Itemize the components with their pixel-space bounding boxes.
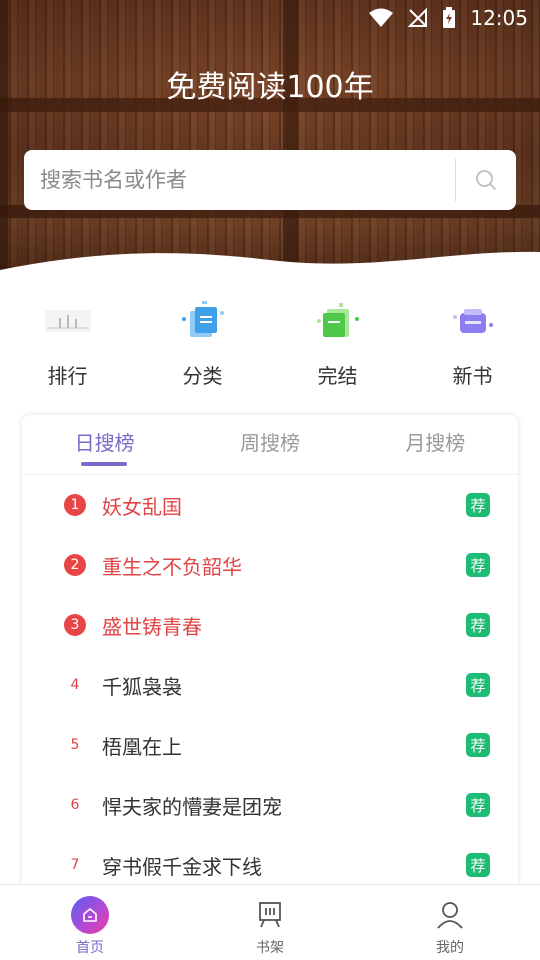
list-item[interactable]: 5 梧凰在上 荐 [22,715,518,775]
tab-monthly[interactable]: 月搜榜 [353,415,518,474]
tab-label: 月搜榜 [405,431,466,455]
home-icon-wrap [70,895,110,935]
tab-label: 周搜榜 [239,431,300,455]
recommend-badge: 荐 [466,793,490,817]
list-item[interactable]: 4 千狐袅袅 荐 [22,655,518,715]
nav-label: 首页 [76,940,104,956]
bottom-nav: 首页 书架 我的 [0,884,540,960]
new-book-icon [443,296,503,346]
page-title: 免费阅读100年 [166,70,374,105]
recommend-badge: 荐 [466,613,490,637]
book-title: 盛世铸青春 [102,614,202,639]
rank-number: 2 [64,554,86,576]
book-title: 梧凰在上 [102,734,182,759]
book-title: 穿书假千金求下线 [102,854,262,879]
signal-icon [408,8,428,27]
recommend-badge: 荐 [466,553,490,577]
quick-nav-label: 排行 [47,364,88,388]
search-bar [24,150,516,210]
rank-number: 5 [70,737,80,753]
recommend-badge: 荐 [466,853,490,877]
tab-weekly[interactable]: 周搜榜 [187,415,352,474]
home-icon [71,896,109,934]
banner-wave [0,251,540,280]
rank-number: 1 [64,494,86,516]
recommend-badge: 荐 [466,733,490,757]
rank-number: 6 [70,797,80,813]
book-title: 重生之不负韶华 [102,554,242,579]
rank-number: 3 [64,614,86,636]
ranking-card: 日搜榜 周搜榜 月搜榜 1 妖女乱国 荐 2 重生之不负韶华 荐 3 盛世铸青春… [22,415,518,935]
nav-profile[interactable]: 我的 [360,885,540,960]
completed-icon [308,296,368,346]
nav-home[interactable]: 首页 [0,885,180,960]
quick-nav-new-books[interactable]: 新书 [405,292,540,392]
tab-label: 日搜榜 [74,431,135,455]
list-item[interactable]: 2 重生之不负韶华 荐 [22,535,518,595]
wifi-icon [369,8,394,27]
rank-list: 1 妖女乱国 荐 2 重生之不负韶华 荐 3 盛世铸青春 荐 4 千狐袅袅 荐 … [22,475,518,895]
book-title: 悍夫家的懵妻是团宠 [102,794,282,819]
search-button[interactable] [456,150,516,210]
rank-tabs: 日搜榜 周搜榜 月搜榜 [22,415,518,475]
nav-bookshelf[interactable]: 书架 [180,885,360,960]
quick-nav-label: 新书 [452,364,493,388]
rank-number: 4 [70,677,80,693]
nav-label: 我的 [436,940,464,956]
rank-number: 7 [70,857,80,873]
recommend-badge: 荐 [466,493,490,517]
bookshelf-icon [250,895,290,935]
quick-nav-label: 分类 [182,364,223,388]
quick-nav-ranking[interactable]: 排行 [0,292,135,392]
quick-nav-category[interactable]: 分类 [135,292,270,392]
book-title: 妖女乱国 [102,494,182,519]
battery-icon [443,7,456,28]
quick-nav-label: 完结 [317,364,358,388]
quick-nav-completed[interactable]: 完结 [270,292,405,392]
header-banner [0,0,540,280]
list-item[interactable]: 3 盛世铸青春 荐 [22,595,518,655]
nav-label: 书架 [256,940,284,956]
search-input[interactable] [24,150,455,210]
category-icon [173,296,233,346]
profile-icon [430,895,470,935]
recommend-badge: 荐 [466,673,490,697]
status-bar: 12:05 [0,0,540,36]
ranking-icon [38,296,98,346]
search-icon [476,170,496,190]
status-time: 12:05 [470,6,528,30]
quick-nav: 排行 分类 完结 新书 [0,292,540,392]
list-item[interactable]: 1 妖女乱国 荐 [22,475,518,535]
book-title: 千狐袅袅 [102,674,182,699]
tab-indicator [81,462,127,466]
list-item[interactable]: 6 悍夫家的懵妻是团宠 荐 [22,775,518,835]
